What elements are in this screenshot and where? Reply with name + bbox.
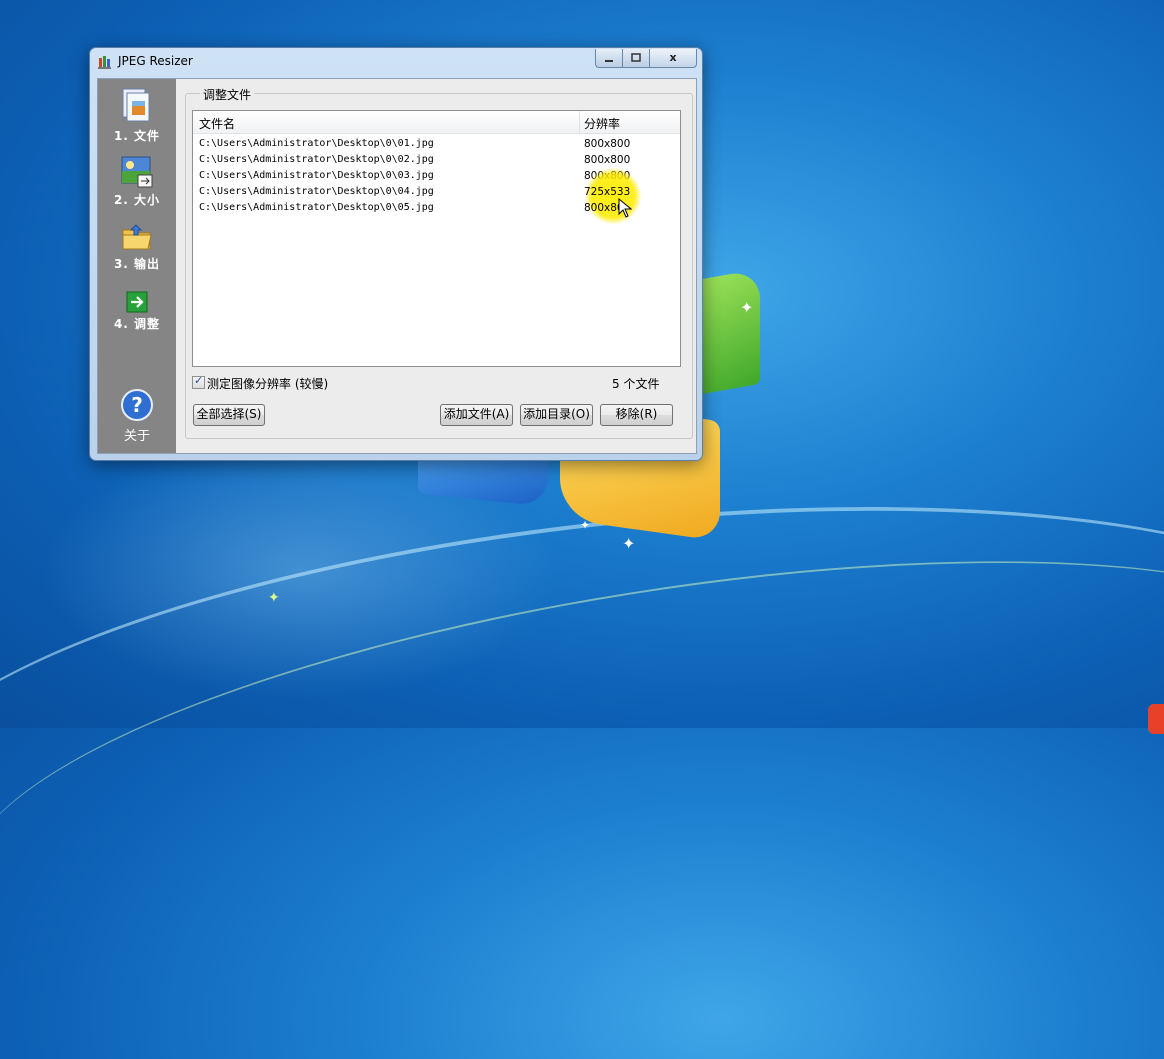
- svg-text:?: ?: [131, 393, 143, 417]
- sidebar-item-label: 2. 大小: [113, 193, 161, 207]
- file-name-cell: C:\Users\Administrator\Desktop\0\02.jpg: [199, 154, 434, 165]
- files-icon: [122, 88, 150, 122]
- maximize-icon: [631, 53, 641, 62]
- sparkle-icon: ✦: [622, 534, 636, 553]
- sidebar-item-files[interactable]: 1. 文件: [98, 87, 176, 144]
- checkbox-box[interactable]: ✓: [192, 374, 205, 389]
- sidebar-item-label: 3. 输出: [113, 257, 161, 271]
- checkbox-label: 测定图像分辨率 (较慢): [207, 377, 329, 391]
- sparkle-icon: ✦: [740, 298, 754, 317]
- group-title: 调整文件: [200, 86, 255, 103]
- client-area: 1. 文件 2. 大小 3. 输出 4. 调整 ? 关于 调整文件 文件名 分辨…: [97, 78, 697, 454]
- title-bar[interactable]: JPEG Resizer x: [90, 48, 702, 76]
- minimize-button[interactable]: [595, 49, 623, 68]
- sidebar-item-label: 1. 文件: [113, 129, 161, 143]
- file-name-cell: C:\Users\Administrator\Desktop\0\04.jpg: [199, 186, 434, 197]
- column-header-resolution[interactable]: 分辨率: [584, 115, 620, 132]
- table-row[interactable]: C:\Users\Administrator\Desktop\0\04.jpg …: [193, 185, 680, 201]
- table-row[interactable]: C:\Users\Administrator\Desktop\0\02.jpg …: [193, 153, 680, 169]
- remove-button[interactable]: 移除(R): [600, 404, 673, 426]
- minimize-icon: [605, 60, 613, 62]
- mouse-cursor-icon: [618, 198, 632, 218]
- sidebar-item-label: 4. 调整: [113, 317, 161, 331]
- table-row[interactable]: C:\Users\Administrator\Desktop\0\05.jpg …: [193, 201, 680, 217]
- sidebar-item-output[interactable]: 3. 输出: [98, 221, 176, 272]
- resolution-cell: 725x533: [584, 186, 631, 198]
- maximize-button[interactable]: [622, 49, 650, 68]
- sidebar-item-adjust[interactable]: 4. 调整: [98, 291, 176, 332]
- app-window: JPEG Resizer x 1. 文件 2. 大小 3. 输出 4. 调整 ?…: [89, 47, 703, 461]
- output-folder-icon: [122, 224, 152, 250]
- window-title: JPEG Resizer: [118, 54, 193, 68]
- help-icon: ?: [121, 389, 153, 421]
- column-divider[interactable]: [579, 111, 580, 133]
- sparkle-icon: ✦: [580, 518, 591, 532]
- image-size-icon: [121, 156, 153, 188]
- tray-app-icon[interactable]: [1148, 704, 1164, 734]
- about-label: 关于: [123, 429, 150, 444]
- main-content: 调整文件 文件名 分辨率 C:\Users\Administrator\Desk…: [176, 79, 696, 453]
- app-icon: [98, 56, 111, 69]
- close-button[interactable]: x: [649, 49, 697, 68]
- add-directory-button[interactable]: 添加目录(O): [520, 404, 593, 426]
- file-name-cell: C:\Users\Administrator\Desktop\0\01.jpg: [199, 138, 434, 149]
- about-button[interactable]: ? 关于: [98, 389, 176, 444]
- file-count: 5 个文件: [612, 377, 660, 391]
- add-file-button[interactable]: 添加文件(A): [440, 404, 513, 426]
- column-header-filename[interactable]: 文件名: [199, 115, 235, 132]
- resolution-cell: 800x800: [584, 154, 631, 166]
- file-name-cell: C:\Users\Administrator\Desktop\0\05.jpg: [199, 202, 434, 213]
- sidebar-item-size[interactable]: 2. 大小: [98, 155, 176, 208]
- select-all-button[interactable]: 全部选择(S): [193, 404, 265, 426]
- close-icon: x: [669, 51, 677, 64]
- sparkle-icon: ✦: [268, 590, 280, 606]
- list-header: 文件名 分辨率: [193, 111, 680, 134]
- resolution-cell: 800x800: [584, 138, 631, 150]
- sidebar: 1. 文件 2. 大小 3. 输出 4. 调整 ? 关于: [98, 79, 176, 453]
- table-row[interactable]: C:\Users\Administrator\Desktop\0\01.jpg …: [193, 137, 680, 153]
- file-name-cell: C:\Users\Administrator\Desktop\0\03.jpg: [199, 170, 434, 181]
- check-icon: ✓: [194, 374, 204, 387]
- file-list[interactable]: 文件名 分辨率 C:\Users\Administrator\Desktop\0…: [192, 110, 681, 367]
- arrow-right-icon: [126, 291, 148, 313]
